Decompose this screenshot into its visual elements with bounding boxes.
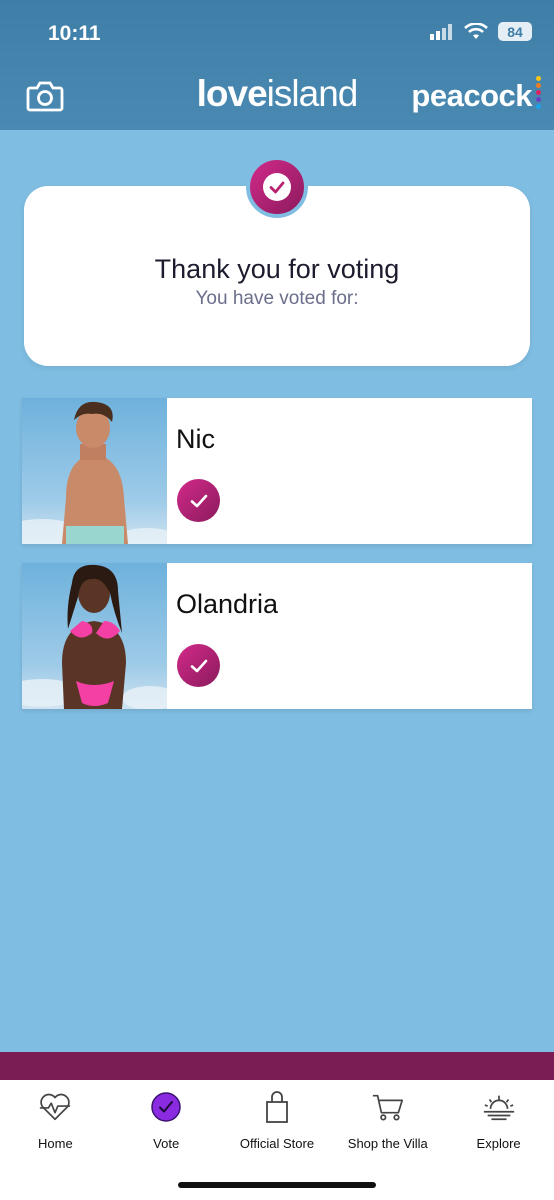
contestant-photo-nic — [22, 398, 167, 544]
status-icons: 84 — [430, 22, 532, 41]
tab-home[interactable]: Home — [0, 1080, 111, 1200]
tab-label: Shop the Villa — [347, 1136, 428, 1151]
top-bar: 10:11 84 loveisland peacock — [0, 0, 554, 130]
contestant-card-olandria[interactable]: Olandria — [22, 563, 532, 709]
bottom-accent-bar — [0, 1052, 554, 1080]
tab-label: Home — [38, 1136, 73, 1151]
tab-label: Official Store — [239, 1136, 315, 1151]
wifi-icon — [464, 22, 488, 39]
thank-you-title: Thank you for voting — [154, 254, 400, 284]
confirmation-check-icon — [246, 156, 308, 218]
contestant-photo-olandria — [22, 563, 167, 709]
battery-indicator: 84 — [498, 22, 532, 41]
voted-check-icon — [177, 644, 220, 687]
sunset-icon — [483, 1095, 514, 1121]
tab-label: Vote — [153, 1136, 180, 1151]
voted-for-subtitle: You have voted for: — [195, 288, 359, 309]
vote-check-icon — [151, 1092, 181, 1122]
voted-check-icon — [177, 479, 220, 522]
shopping-cart-icon — [372, 1094, 403, 1121]
contestant-name: Olandria — [176, 589, 279, 619]
status-time: 10:11 — [48, 22, 101, 45]
heart-pulse-icon — [40, 1093, 71, 1121]
tab-explore[interactable]: Explore — [443, 1080, 554, 1200]
peacock-dots-icon — [536, 76, 542, 116]
shopping-bag-icon — [266, 1091, 288, 1123]
home-indicator[interactable] — [178, 1182, 376, 1188]
contestant-card-nic[interactable]: Nic — [22, 398, 532, 544]
peacock-logo: peacock — [411, 78, 532, 113]
signal-icon — [430, 23, 452, 40]
tab-label: Explore — [476, 1136, 521, 1151]
contestant-name: Nic — [176, 424, 215, 454]
